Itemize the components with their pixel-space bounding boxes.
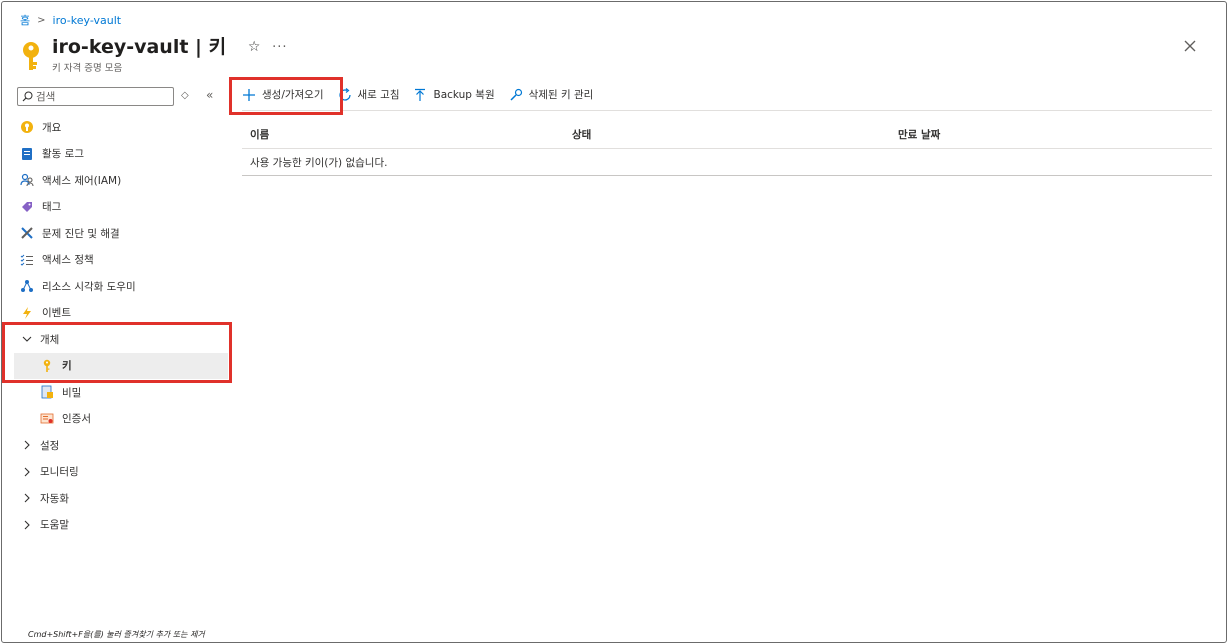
- table-header: 이름 상태 만료 날짜: [242, 120, 1212, 149]
- sidebar-item-diagnose[interactable]: 문제 진단 및 해결: [14, 220, 228, 247]
- keys-table: 이름 상태 만료 날짜 사용 가능한 키이(가) 없습니다.: [242, 120, 1212, 176]
- column-header-name[interactable]: 이름: [242, 127, 564, 142]
- refresh-button[interactable]: 새로 고침: [338, 87, 399, 102]
- column-header-expiry[interactable]: 만료 날짜: [890, 127, 940, 142]
- iam-icon: [20, 174, 34, 187]
- activity-log-icon: [22, 147, 32, 160]
- toolbar-divider: [242, 110, 1212, 111]
- page-title: iro-key-vault | 키: [52, 36, 227, 58]
- breadcrumb: 홈 > iro-key-vault: [20, 12, 121, 28]
- tag-icon: [22, 201, 32, 212]
- sidebar-item-activity-log[interactable]: 활동 로그: [14, 141, 228, 168]
- more-options-button[interactable]: ···: [272, 40, 287, 55]
- sidebar-item-resource-visualizer[interactable]: 리소스 시각화 도우미: [14, 273, 228, 300]
- sidebar-search-input[interactable]: [36, 90, 166, 103]
- chevron-right-icon: [20, 491, 34, 505]
- backup-restore-button[interactable]: Backup 복원: [413, 87, 495, 102]
- upload-arrow-icon: [415, 88, 426, 101]
- sidebar-group-automation[interactable]: 자동화: [14, 485, 228, 512]
- wrench-icon: [21, 227, 33, 239]
- breadcrumb-current[interactable]: iro-key-vault: [53, 14, 122, 27]
- certificate-icon: [40, 413, 54, 424]
- resource-visualizer-icon: [21, 280, 33, 293]
- sidebar-item-tags[interactable]: 태그: [14, 194, 228, 221]
- sort-updown-icon[interactable]: ◇: [181, 90, 189, 101]
- sidebar-search[interactable]: [17, 87, 174, 106]
- lightning-icon: [23, 306, 31, 319]
- table-empty-row: 사용 가능한 키이(가) 없습니다.: [242, 149, 1212, 176]
- collapse-sidebar-icon[interactable]: «: [206, 88, 213, 102]
- manage-deleted-keys-button[interactable]: 삭제된 키 관리: [509, 87, 593, 102]
- sidebar-item-certificates[interactable]: 인증서: [14, 406, 228, 433]
- wrench-settings-icon: [510, 88, 522, 101]
- page-header: iro-key-vault | 키 키 자격 증명 모음 ☆ ···: [20, 35, 288, 74]
- chevron-right-icon: [20, 465, 34, 479]
- highlight-box-objects: [2, 322, 232, 383]
- chevron-right-icon: [20, 438, 34, 452]
- sidebar-item-overview[interactable]: 개요: [14, 114, 228, 141]
- sidebar-item-iam[interactable]: 액세스 제어(IAM): [14, 167, 228, 194]
- close-icon[interactable]: [1182, 38, 1198, 54]
- chevron-right-icon: >: [37, 14, 46, 26]
- secret-icon: [41, 385, 53, 399]
- sidebar-group-monitoring[interactable]: 모니터링: [14, 459, 228, 486]
- sidebar-item-access-policy[interactable]: 액세스 정책: [14, 247, 228, 274]
- page-subtitle: 키 자격 증명 모음: [52, 63, 123, 74]
- search-icon: [22, 91, 33, 102]
- keyboard-hint: Cmd+Shift+F을(를) 눌러 즐겨찾기 추가 또는 제거: [28, 630, 205, 639]
- column-header-status[interactable]: 상태: [564, 127, 890, 142]
- empty-message: 사용 가능한 키이(가) 없습니다.: [250, 156, 388, 169]
- sidebar-group-help[interactable]: 도움말: [14, 512, 228, 539]
- app-window: 홈 > iro-key-vault iro-key-vault | 키 키 자격…: [1, 1, 1227, 643]
- breadcrumb-home[interactable]: 홈: [20, 12, 30, 28]
- sidebar-group-settings[interactable]: 설정: [14, 432, 228, 459]
- key-vault-icon: [23, 42, 39, 70]
- overview-icon: [21, 121, 33, 134]
- policy-list-icon: [20, 254, 33, 266]
- chevron-right-icon: [20, 518, 34, 532]
- highlight-box-create: [229, 77, 343, 115]
- star-icon[interactable]: ☆: [244, 39, 264, 55]
